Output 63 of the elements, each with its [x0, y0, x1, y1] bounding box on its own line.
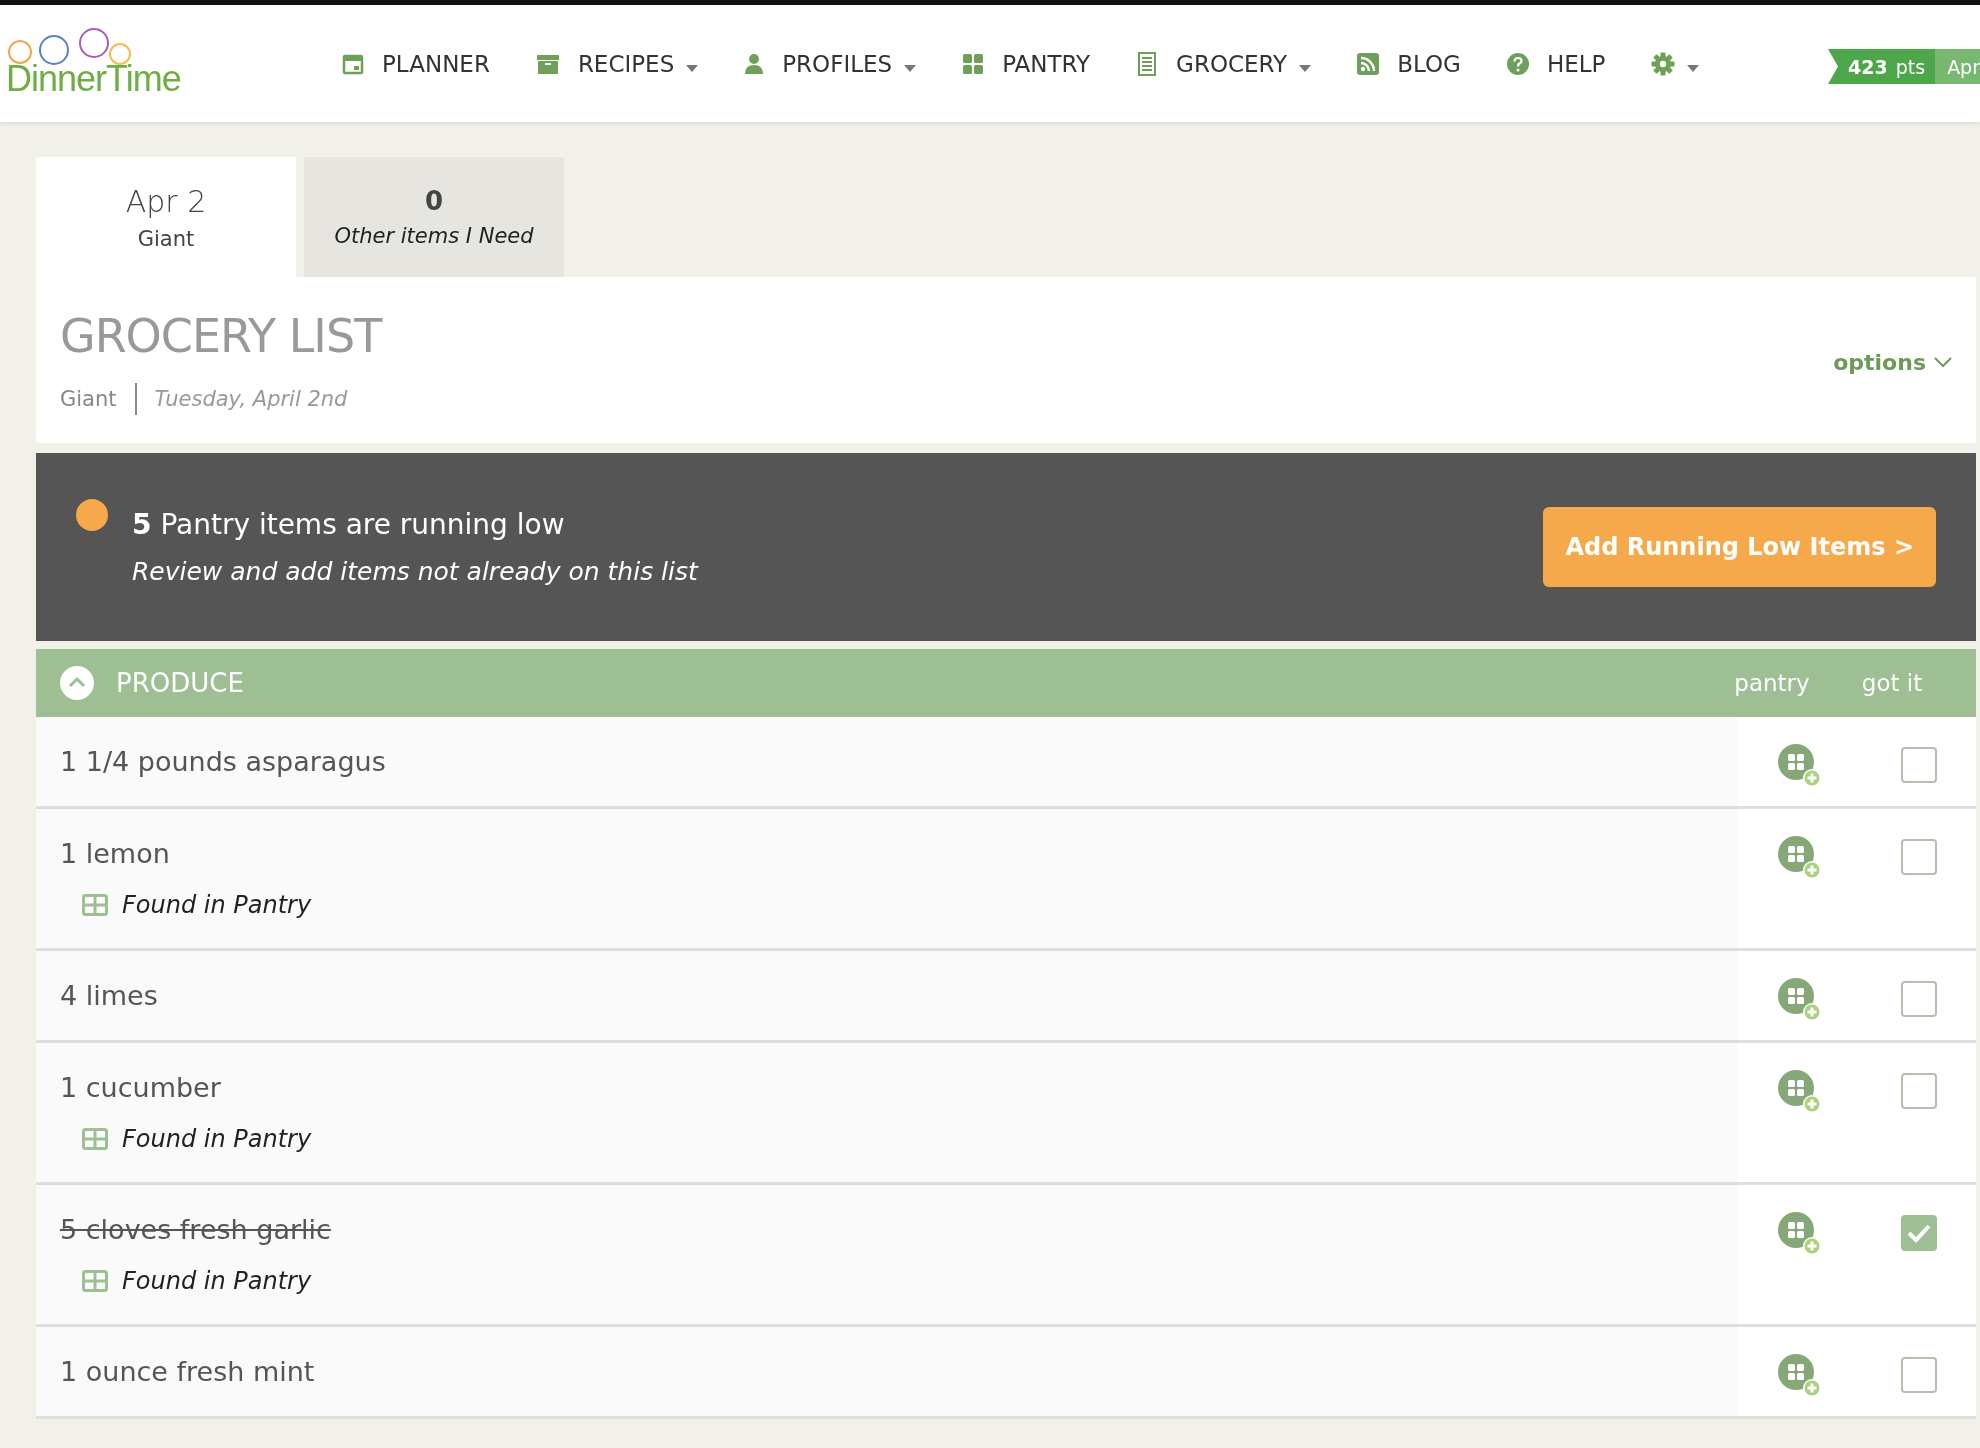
- nav-menu-item[interactable]: PROFILES: [744, 50, 917, 77]
- grocery-item: 1 cucumber: [60, 1072, 222, 1103]
- nav-menu-item[interactable]: PLANNER: [342, 50, 490, 77]
- list-date: Tuesday, April 2nd: [154, 387, 348, 411]
- add-to-pantry-button[interactable]: [1777, 743, 1823, 789]
- calendar-icon: [342, 52, 364, 75]
- alert-subtext: Review and add items not already on this list: [132, 557, 700, 586]
- page-title: GROCERY LIST: [60, 309, 382, 363]
- status-dot: [76, 499, 108, 531]
- nav-menu-item[interactable]: BLOG: [1357, 50, 1461, 77]
- person-icon: [744, 52, 765, 75]
- chevron-down-icon: [1934, 356, 1952, 368]
- list-tab[interactable]: 0 Other items I Need: [304, 157, 564, 277]
- alert-message: 5 Pantry items are running low: [132, 508, 566, 541]
- pantry-add-icon: [1777, 835, 1823, 881]
- grocery-item: 1 1/4 pounds asparagus: [60, 746, 387, 777]
- pantry-add-icon: [1777, 1211, 1823, 1257]
- grocery-item: 5 cloves fresh garlic: [60, 1214, 332, 1245]
- collapse-toggle[interactable]: [60, 666, 94, 700]
- caret-icon: [904, 64, 917, 72]
- grid-icon: [962, 52, 985, 75]
- pantry-grid-icon: [82, 1128, 108, 1150]
- column-header: pantry: [1733, 670, 1811, 696]
- rss-icon: [1357, 52, 1380, 75]
- chevron-up-icon: [60, 666, 94, 700]
- add-to-pantry-button[interactable]: [1777, 1069, 1823, 1115]
- checklist-icon: [1136, 51, 1159, 76]
- nav-menu-item[interactable]: PANTRY: [962, 50, 1091, 77]
- caret-icon: [1299, 64, 1312, 72]
- got-it-checkbox[interactable]: [1901, 747, 1937, 783]
- nav-menu-item[interactable]: RECIPES: [535, 50, 699, 77]
- pantry-grid-icon: [82, 1270, 108, 1292]
- pantry-add-icon: [1777, 1069, 1823, 1115]
- got-it-checkbox[interactable]: [1901, 1073, 1937, 1109]
- grocery-item: 1 lemon: [60, 838, 171, 869]
- add-to-pantry-button[interactable]: [1777, 835, 1823, 881]
- nav-menu-item[interactable]: HELP: [1506, 50, 1606, 77]
- store-name: Giant: [60, 387, 117, 411]
- grocery-item: 4 limes: [60, 980, 159, 1011]
- got-it-checkbox[interactable]: [1901, 1357, 1937, 1393]
- got-it-checkbox[interactable]: [1901, 839, 1937, 875]
- caret-icon: [1687, 64, 1700, 72]
- pantry-note: Found in Pantry: [122, 891, 312, 919]
- caret-icon: [686, 64, 699, 72]
- add-to-pantry-button[interactable]: [1777, 977, 1823, 1023]
- add-to-pantry-button[interactable]: [1777, 1353, 1823, 1399]
- help-icon: [1506, 52, 1529, 75]
- got-it-checkbox[interactable]: [1901, 1215, 1937, 1251]
- section-title: PRODUCE: [116, 668, 245, 698]
- pantry-note: Found in Pantry: [122, 1267, 312, 1295]
- got-it-checkbox[interactable]: [1901, 981, 1937, 1017]
- pantry-grid-icon: [82, 894, 108, 916]
- archive-box-icon: [535, 52, 560, 75]
- add-to-pantry-button[interactable]: [1777, 1211, 1823, 1257]
- list-tab[interactable]: Apr 2 Giant: [36, 157, 296, 277]
- pantry-add-icon: [1777, 977, 1823, 1023]
- grocery-item: 1 ounce fresh mint: [60, 1356, 316, 1387]
- column-header: got it: [1860, 670, 1924, 696]
- pantry-add-icon: [1777, 743, 1823, 789]
- settings-menu-button[interactable]: [1651, 50, 1700, 77]
- nav-menu-item[interactable]: GROCERY: [1136, 50, 1312, 77]
- pantry-note: Found in Pantry: [122, 1125, 312, 1153]
- pantry-add-icon: [1777, 1353, 1823, 1399]
